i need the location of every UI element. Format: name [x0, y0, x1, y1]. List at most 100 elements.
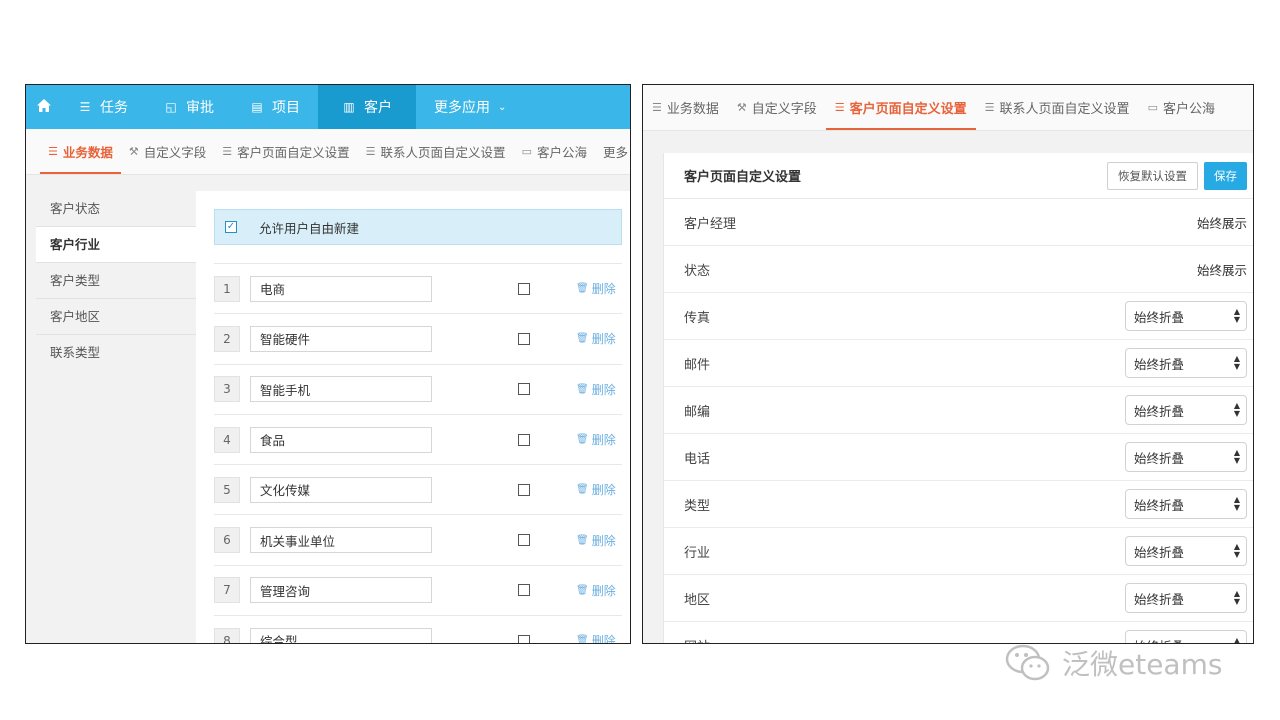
delete-label: 删除 — [591, 433, 616, 448]
delete-button[interactable]: 🗑 删除 — [576, 431, 616, 448]
delete-button[interactable]: 🗑 删除 — [576, 381, 616, 398]
tab-contact-page-settings[interactable]: ☰ 联系人页面自定义设置 — [358, 129, 514, 174]
display-mode-select[interactable]: 始终折叠 ▲▼ — [1125, 583, 1247, 613]
nav-label: 项目 — [272, 100, 300, 116]
setting-label: 邮件 — [684, 357, 711, 373]
row-number: 4 — [214, 426, 240, 453]
tab-customer-page-settings[interactable]: ☰ 客户页面自定义设置 — [825, 85, 976, 130]
setting-label: 类型 — [684, 498, 711, 514]
setting-row: 邮编 始终折叠 ▲ ▼ — [664, 387, 1253, 434]
trash-icon: 🗑 — [576, 534, 589, 546]
save-button[interactable]: 保存 — [1204, 161, 1247, 190]
industry-row: 3 智能手机 🗑 删除 — [214, 363, 622, 414]
side-item-customer-type[interactable]: 客户类型 — [36, 263, 196, 299]
industry-name-input[interactable]: 食品 — [250, 426, 432, 453]
box-icon: ▭ — [1147, 101, 1158, 114]
trash-icon: 🗑 — [576, 484, 589, 496]
row-number: 3 — [214, 376, 240, 403]
row-number: 5 — [214, 476, 240, 503]
side-item-customer-region[interactable]: 客户地区 — [36, 299, 196, 335]
delete-button[interactable]: 🗑 删除 — [576, 532, 616, 549]
display-mode-select[interactable]: 始终折叠 ▲▼ — [1125, 442, 1247, 472]
tab-label: 客户公海 — [536, 145, 587, 160]
tab-customer-page-settings[interactable]: ☰ 客户页面自定义设置 — [214, 129, 357, 174]
industry-row: 1 电商 🗑 删除 — [214, 263, 622, 313]
left-body: 客户状态 客户行业 客户类型 客户地区 联系类型 ✓ 允许用户自由新建 1 电商 🗑… — [26, 175, 630, 643]
nav-label: 任务 — [100, 100, 128, 116]
select-arrows-icon: ▲▼ — [1233, 589, 1240, 606]
tab-custom-fields[interactable]: ⚒ 自定义字段 — [728, 85, 826, 130]
nav-label: 审批 — [186, 100, 214, 116]
delete-button[interactable]: 🗑 删除 — [576, 330, 616, 347]
nav-item-approval[interactable]: ◱ 审批 — [146, 85, 232, 129]
delete-button[interactable]: 🗑 删除 — [576, 481, 616, 498]
sliders-icon: ☰ — [834, 101, 845, 114]
sliders-icon: ☰ — [652, 101, 662, 114]
select-value: 始终折叠 — [1134, 403, 1185, 419]
tab-customer-pool[interactable]: ▭ 客户公海 — [1139, 85, 1224, 130]
tab-more[interactable]: 更多 — [595, 129, 630, 174]
display-mode-select[interactable]: 始终折叠 ▲▼ — [1125, 348, 1247, 378]
allow-free-create-bar[interactable]: ✓ 允许用户自由新建 — [214, 209, 622, 245]
industry-name-input[interactable]: 电商 — [250, 275, 432, 302]
tab-customer-pool[interactable]: ▭ 客户公海 — [514, 129, 595, 174]
industry-row: 7 管理咨询 🗑 删除 — [214, 564, 622, 615]
checkbox-checked-icon[interactable]: ✓ — [225, 221, 237, 233]
side-item-contact-type[interactable]: 联系类型 — [36, 335, 196, 371]
tab-label: 业务数据 — [62, 145, 113, 160]
tab-custom-fields[interactable]: ⚒ 自定义字段 — [121, 129, 214, 174]
industry-name-input[interactable]: 文化传媒 — [250, 476, 432, 503]
setting-label: 邮编 — [684, 404, 711, 420]
setting-label: 传真 — [684, 310, 711, 326]
right-screenshot-panel: ☰ 业务数据 ⚒ 自定义字段 ☰ 客户页面自定义设置 ☰ 联系人页面自定义设置 … — [642, 84, 1254, 644]
row-checkbox[interactable] — [518, 483, 530, 496]
nav-item-more-apps[interactable]: 更多应用 ⌄ — [416, 85, 524, 129]
delete-button[interactable]: 🗑 删除 — [576, 582, 616, 599]
row-checkbox[interactable] — [518, 433, 530, 446]
restore-defaults-button[interactable]: 恢复默认设置 — [1107, 161, 1198, 190]
tab-label: 客户公海 — [1162, 102, 1215, 117]
tab-contact-page-settings[interactable]: ☰ 联系人页面自定义设置 — [976, 85, 1139, 130]
industry-name-input[interactable]: 智能手机 — [250, 376, 432, 403]
delete-button[interactable]: 🗑 删除 — [576, 280, 616, 297]
row-checkbox[interactable] — [518, 282, 530, 295]
nav-item-tasks[interactable]: ☰ 任务 — [60, 85, 146, 129]
row-checkbox[interactable] — [518, 534, 530, 547]
card-header: 客户页面自定义设置 恢复默认设置 保存 — [664, 153, 1253, 199]
row-checkbox[interactable] — [518, 383, 530, 396]
trash-icon: 🗑 — [576, 635, 589, 644]
delete-label: 删除 — [591, 634, 616, 644]
home-button[interactable] — [26, 85, 60, 129]
display-mode-select[interactable]: 始终折叠 ▲▼ — [1125, 536, 1247, 566]
industry-name-input[interactable]: 机关事业单位 — [250, 527, 432, 554]
delete-button[interactable]: 🗑 删除 — [576, 632, 616, 644]
industry-name-input[interactable]: 智能硬件 — [250, 325, 432, 352]
settings-rows: 客户经理 始终展示 状态 始终展示 传真 始终折叠 ▲ ▼ 邮件 始终折叠 ▲ ▼ 邮编 始终折叠 ▲ ▼ 电话… — [664, 199, 1253, 643]
display-mode-select[interactable]: 始终折叠 ▲▼ — [1125, 301, 1247, 331]
side-item-customer-industry[interactable]: 客户行业 — [36, 227, 196, 263]
nav-item-project[interactable]: ▤ 项目 — [232, 85, 318, 129]
display-mode-select[interactable]: 始终折叠 ▲▼ — [1125, 489, 1247, 519]
wechat-logo-icon — [1004, 642, 1052, 684]
tab-business-data[interactable]: ☰ 业务数据 — [643, 85, 728, 130]
tab-business-data[interactable]: ☰ 业务数据 — [40, 129, 121, 174]
row-checkbox[interactable] — [518, 584, 530, 597]
select-arrows-icon: ▲▼ — [1233, 542, 1240, 559]
setting-row: 客户经理 始终展示 — [664, 199, 1253, 246]
sliders-icon: ☰ — [984, 101, 995, 114]
sliders-icon: ☰ — [48, 145, 58, 158]
row-checkbox[interactable] — [518, 634, 530, 643]
industry-name-input[interactable]: 综合型 — [250, 627, 432, 643]
display-mode-select[interactable]: 始终折叠 ▲▼ — [1125, 395, 1247, 425]
nav-label: 更多应用 — [434, 100, 490, 116]
setting-static-value: 始终展示 — [1196, 215, 1247, 231]
side-item-customer-status[interactable]: 客户状态 — [36, 191, 196, 227]
tab-label: 客户页面自定义设置 — [237, 145, 350, 160]
industry-name-input[interactable]: 管理咨询 — [250, 577, 432, 604]
select-value: 始终折叠 — [1134, 356, 1185, 372]
row-number: 8 — [214, 627, 240, 643]
nav-item-customer[interactable]: ▥ 客户 — [318, 85, 416, 129]
tab-label: 自定义字段 — [751, 102, 817, 117]
home-icon — [36, 98, 52, 117]
row-checkbox[interactable] — [518, 332, 530, 345]
